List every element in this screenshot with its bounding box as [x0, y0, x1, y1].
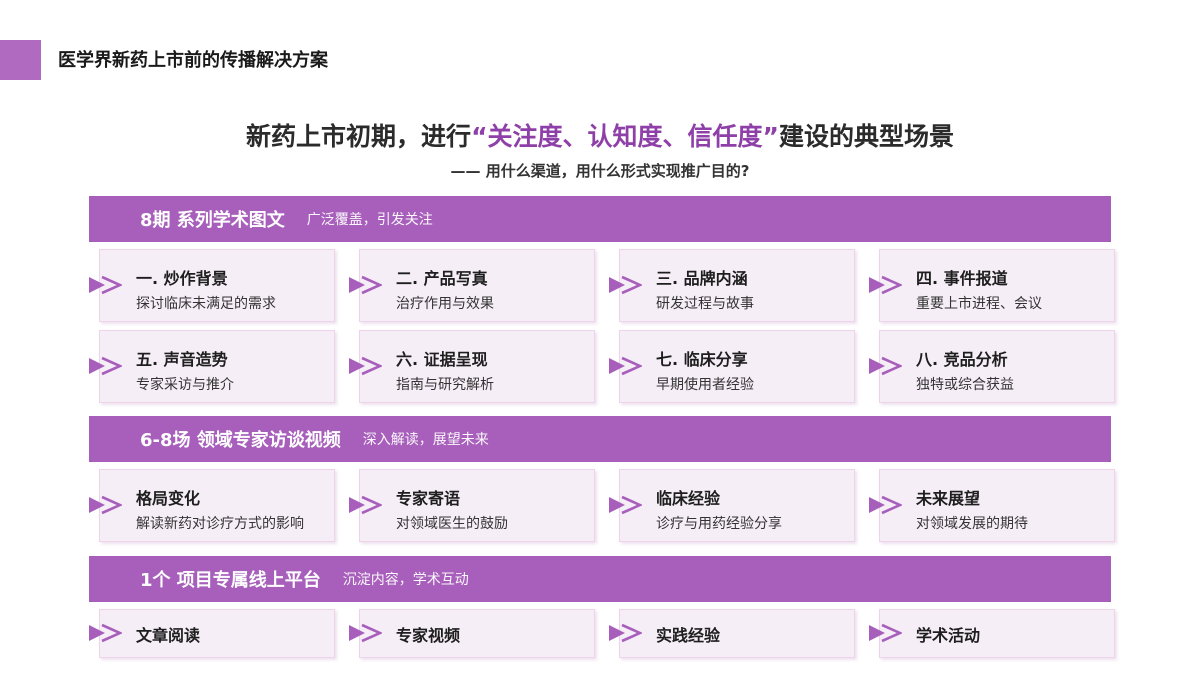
card-description: 研发过程与故事: [656, 296, 754, 312]
card-description: 解读新药对诊疗方式的影响: [136, 516, 304, 532]
double-chevron-right-icon: [349, 495, 382, 515]
section-bar-online-platform: 1个 项目专属线上平台 沉淀内容，学术互动: [89, 556, 1111, 602]
card-title: 三. 品牌内涵: [656, 269, 748, 288]
double-chevron-right-icon: [349, 275, 382, 295]
card-title: 格局变化: [136, 489, 201, 508]
headline-prefix: 新药上市初期，进行: [246, 122, 472, 151]
double-chevron-right-icon: [869, 275, 902, 295]
section-title: 1个 项目专属线上平台: [140, 570, 321, 591]
headline-highlight: “关注度、认知度、信任度”: [471, 122, 779, 151]
double-chevron-right-icon: [869, 356, 902, 376]
card-video-2: 专家寄语 对领域医生的鼓励: [359, 469, 595, 542]
document-title: 医学界新药上市前的传播解决方案: [58, 50, 328, 71]
card-description: 重要上市进程、会议: [916, 296, 1042, 312]
card-article-5: 五. 声音造势 专家采访与推介: [99, 330, 335, 403]
card-title: 学术活动: [916, 626, 981, 645]
card-article-7: 七. 临床分享 早期使用者经验: [619, 330, 855, 403]
card-title: 专家视频: [396, 626, 461, 645]
double-chevron-right-icon: [609, 275, 642, 295]
section-bar-expert-videos: 6-8场 领域专家访谈视频 深入解读，展望未来: [89, 416, 1111, 462]
card-article-4: 四. 事件报道 重要上市进程、会议: [879, 249, 1115, 322]
card-description: 独特或综合获益: [916, 377, 1014, 393]
double-chevron-right-icon: [609, 495, 642, 515]
card-article-2: 二. 产品写真 治疗作用与效果: [359, 249, 595, 322]
double-chevron-right-icon: [89, 495, 122, 515]
card-title: 实践经验: [656, 626, 721, 645]
headline-subtitle: —— 用什么渠道，用什么形式实现推广目的?: [450, 162, 750, 180]
double-chevron-right-icon: [89, 275, 122, 295]
card-title: 文章阅读: [136, 626, 201, 645]
card-title: 七. 临床分享: [656, 350, 748, 369]
card-video-4: 未来展望 对领域发展的期待: [879, 469, 1115, 542]
card-title: 六. 证据呈现: [396, 350, 488, 369]
card-description: 对领域医生的鼓励: [396, 516, 508, 532]
card-description: 诊疗与用药经验分享: [656, 516, 782, 532]
section-title: 8期 系列学术图文: [140, 210, 285, 231]
double-chevron-right-icon: [89, 356, 122, 376]
card-description: 早期使用者经验: [656, 377, 754, 393]
card-article-6: 六. 证据呈现 指南与研究解析: [359, 330, 595, 403]
section-subtitle: 深入解读，展望未来: [362, 432, 489, 448]
card-video-3: 临床经验 诊疗与用药经验分享: [619, 469, 855, 542]
section-subtitle: 沉淀内容，学术互动: [342, 572, 469, 588]
section-subtitle: 广泛覆盖，引发关注: [306, 212, 433, 228]
card-article-3: 三. 品牌内涵 研发过程与故事: [619, 249, 855, 322]
card-platform-3: 实践经验: [619, 609, 855, 658]
double-chevron-right-icon: [349, 623, 382, 643]
card-description: 探讨临床未满足的需求: [136, 296, 276, 312]
section-bar-academic-articles: 8期 系列学术图文 广泛覆盖，引发关注: [89, 196, 1111, 242]
double-chevron-right-icon: [89, 623, 122, 643]
card-video-1: 格局变化 解读新药对诊疗方式的影响: [99, 469, 335, 542]
double-chevron-right-icon: [349, 356, 382, 376]
card-description: 指南与研究解析: [396, 377, 494, 393]
card-platform-2: 专家视频: [359, 609, 595, 658]
card-title: 八. 竞品分析: [916, 350, 1008, 369]
card-description: 对领域发展的期待: [916, 516, 1028, 532]
headline-suffix: 建设的典型场景: [778, 122, 954, 151]
card-article-8: 八. 竞品分析 独特或综合获益: [879, 330, 1115, 403]
card-platform-1: 文章阅读: [99, 609, 335, 658]
double-chevron-right-icon: [609, 623, 642, 643]
corner-accent-block: [0, 40, 41, 80]
card-title: 专家寄语: [396, 489, 461, 508]
card-title: 四. 事件报道: [916, 269, 1008, 288]
card-title: 临床经验: [656, 489, 721, 508]
main-headline: 新药上市初期，进行“关注度、认知度、信任度”建设的典型场景: [0, 117, 1200, 153]
double-chevron-right-icon: [869, 495, 902, 515]
card-description: 治疗作用与效果: [396, 296, 494, 312]
double-chevron-right-icon: [869, 623, 902, 643]
card-title: 一. 炒作背景: [136, 269, 228, 288]
double-chevron-right-icon: [609, 356, 642, 376]
card-title: 未来展望: [916, 489, 981, 508]
card-article-1: 一. 炒作背景 探讨临床未满足的需求: [99, 249, 335, 322]
card-title: 二. 产品写真: [396, 269, 488, 288]
section-title: 6-8场 领域专家访谈视频: [140, 430, 341, 451]
card-description: 专家采访与推介: [136, 377, 234, 393]
card-platform-4: 学术活动: [879, 609, 1115, 658]
card-title: 五. 声音造势: [136, 350, 228, 369]
